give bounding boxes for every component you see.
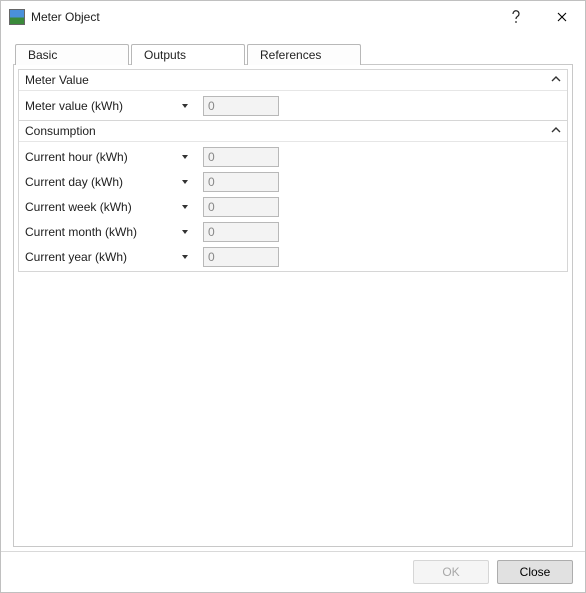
row-current-day: Current day (kWh)	[23, 169, 563, 194]
section-header-meter-value[interactable]: Meter Value	[19, 70, 567, 90]
current-year-field	[203, 247, 279, 267]
section-header-consumption[interactable]: Consumption	[19, 121, 567, 141]
chevron-down-icon	[181, 178, 189, 186]
section-title: Consumption	[25, 124, 551, 138]
chevron-down-icon	[181, 203, 189, 211]
chevron-down-icon	[181, 253, 189, 261]
row-current-hour: Current hour (kWh)	[23, 144, 563, 169]
current-month-label: Current month (kWh)	[23, 225, 175, 239]
row-current-year: Current year (kWh)	[23, 244, 563, 269]
section-body-meter-value: Meter value (kWh)	[19, 90, 567, 120]
chevron-down-icon	[181, 153, 189, 161]
tab-references[interactable]: References	[247, 44, 361, 65]
tab-basic[interactable]: Basic	[15, 44, 129, 65]
current-day-label: Current day (kWh)	[23, 175, 175, 189]
close-button[interactable]: Close	[497, 560, 573, 584]
meter-value-label: Meter value (kWh)	[23, 99, 175, 113]
row-current-week: Current week (kWh)	[23, 194, 563, 219]
window-title: Meter Object	[31, 10, 100, 24]
current-week-dropdown[interactable]	[175, 203, 195, 211]
section-consumption: Consumption Current hour (kWh) Current d…	[18, 121, 568, 272]
titlebar: Meter Object	[1, 1, 585, 33]
dialog-footer: OK Close	[1, 551, 585, 592]
tabstrip: Basic Outputs References	[13, 41, 573, 65]
row-meter-value: Meter value (kWh)	[23, 93, 563, 118]
current-year-dropdown[interactable]	[175, 253, 195, 261]
current-year-label: Current year (kWh)	[23, 250, 175, 264]
meter-value-dropdown[interactable]	[175, 102, 195, 110]
row-current-month: Current month (kWh)	[23, 219, 563, 244]
chevron-down-icon	[181, 228, 189, 236]
current-week-field	[203, 197, 279, 217]
app-icon	[9, 9, 25, 25]
collapse-icon	[551, 124, 561, 138]
current-day-field	[203, 172, 279, 192]
section-meter-value: Meter Value Meter value (kWh)	[18, 69, 568, 121]
close-window-button[interactable]	[539, 1, 585, 33]
current-hour-dropdown[interactable]	[175, 153, 195, 161]
current-hour-label: Current hour (kWh)	[23, 150, 175, 164]
meter-value-field	[203, 96, 279, 116]
help-button[interactable]	[493, 1, 539, 33]
current-month-dropdown[interactable]	[175, 228, 195, 236]
current-month-field	[203, 222, 279, 242]
current-day-dropdown[interactable]	[175, 178, 195, 186]
section-body-consumption: Current hour (kWh) Current day (kWh) Cur…	[19, 141, 567, 271]
dialog-body: Basic Outputs References Meter Value Met…	[1, 33, 585, 551]
tab-outputs[interactable]: Outputs	[131, 44, 245, 65]
current-week-label: Current week (kWh)	[23, 200, 175, 214]
close-icon	[557, 12, 567, 22]
ok-button: OK	[413, 560, 489, 584]
section-title: Meter Value	[25, 73, 551, 87]
chevron-down-icon	[181, 102, 189, 110]
tab-panel: Meter Value Meter value (kWh) Consumptio…	[13, 64, 573, 547]
current-hour-field	[203, 147, 279, 167]
help-icon	[511, 10, 521, 24]
collapse-icon	[551, 73, 561, 87]
